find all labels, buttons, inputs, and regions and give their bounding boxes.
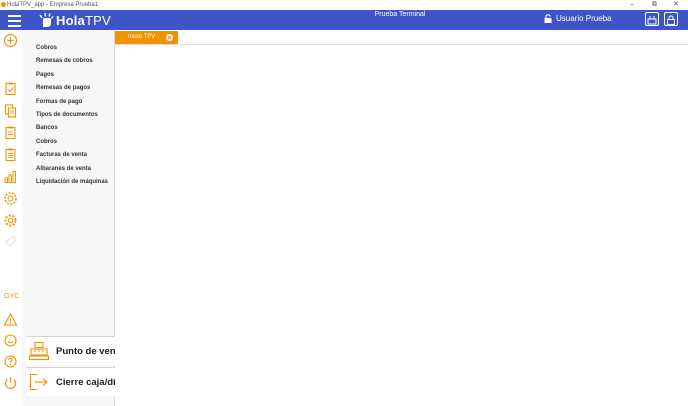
pos-button-label: Punto de venta <box>56 345 125 357</box>
top-bar: HolaTPV Prueba Terminal Usuario Prueba <box>0 10 688 30</box>
cash-register-button[interactable] <box>645 12 659 26</box>
lock-button[interactable] <box>664 12 678 26</box>
gyc-label[interactable]: GYC <box>4 293 19 300</box>
user-name: Usuario Prueba <box>556 14 612 23</box>
restore-icon[interactable]: ⧉ <box>652 0 657 10</box>
menu-item-liquidacion-maquinas[interactable]: Liquidación de máquinas <box>36 176 108 189</box>
logo-text-light: TPV <box>84 12 111 28</box>
submenu-panel: Cobros Remesas de cobros Pagos Remesas d… <box>22 30 135 406</box>
smiley-icon[interactable] <box>3 333 18 348</box>
hamburger-menu-icon[interactable] <box>8 13 21 27</box>
user-info[interactable]: Usuario Prueba <box>544 14 612 23</box>
close-register-label: Cierre caja/día <box>56 376 121 388</box>
gear-icon[interactable] <box>3 213 18 228</box>
menu-item-cobros-2[interactable]: Cobros <box>36 136 108 149</box>
clipboard-list-icon[interactable] <box>3 147 18 162</box>
clipboard-icon[interactable] <box>3 125 18 140</box>
minimize-icon[interactable]: – <box>630 0 634 10</box>
logo-hand-icon <box>39 12 54 27</box>
bar-chart-icon[interactable] <box>3 169 18 184</box>
icon-sidebar: GYC <box>0 30 23 406</box>
add-icon[interactable] <box>3 33 18 48</box>
power-icon[interactable] <box>3 375 18 390</box>
window-title: HolaTPV_app - Empresa Prueba1 <box>7 2 99 8</box>
logo-text-bold: Hola <box>56 12 85 28</box>
lock-icon <box>667 15 675 25</box>
clipboard-check-icon[interactable] <box>3 81 18 96</box>
close-icon[interactable]: ✕ <box>673 0 679 10</box>
submenu-list: Cobros Remesas de cobros Pagos Remesas d… <box>36 42 108 189</box>
documents-icon[interactable] <box>3 103 18 118</box>
tab-close-icon[interactable] <box>166 34 173 41</box>
help-icon[interactable] <box>3 354 18 369</box>
warning-icon[interactable] <box>3 312 18 327</box>
tab-label: Inicio TPV <box>128 34 156 40</box>
exit-arrow-icon <box>29 373 48 391</box>
tab-inicio-tpv[interactable]: Inicio TPV <box>115 31 178 44</box>
tag-icon[interactable] <box>3 234 18 249</box>
menu-item-bancos[interactable]: Bancos <box>36 122 108 135</box>
cash-register-icon <box>28 341 50 361</box>
menu-item-albaranes-venta[interactable]: Albaranes de venta <box>36 163 108 176</box>
register-icon <box>647 16 657 25</box>
menu-item-formas-pago[interactable]: Formas de pago <box>36 96 108 109</box>
menu-item-cobros[interactable]: Cobros <box>36 42 108 55</box>
menu-item-tipos-documentos[interactable]: Tipos de documentos <box>36 109 108 122</box>
holatpv-logo: HolaTPV <box>38 12 111 28</box>
main-content-area <box>115 45 688 406</box>
tab-strip: Inicio TPV <box>115 30 688 45</box>
menu-item-remesas-cobros[interactable]: Remesas de cobros <box>36 55 108 68</box>
menu-item-remesas-pagos[interactable]: Remesas de pagos <box>36 82 108 95</box>
unlock-icon <box>544 14 552 23</box>
menu-item-facturas-venta[interactable]: Facturas de venta <box>36 149 108 162</box>
app-icon <box>1 2 6 7</box>
menu-item-pagos[interactable]: Pagos <box>36 69 108 82</box>
gear-group-icon[interactable] <box>3 191 18 206</box>
window-titlebar: HolaTPV_app - Empresa Prueba1 – ⧉ ✕ <box>0 0 688 10</box>
terminal-name: Prueba Terminal <box>374 11 426 18</box>
